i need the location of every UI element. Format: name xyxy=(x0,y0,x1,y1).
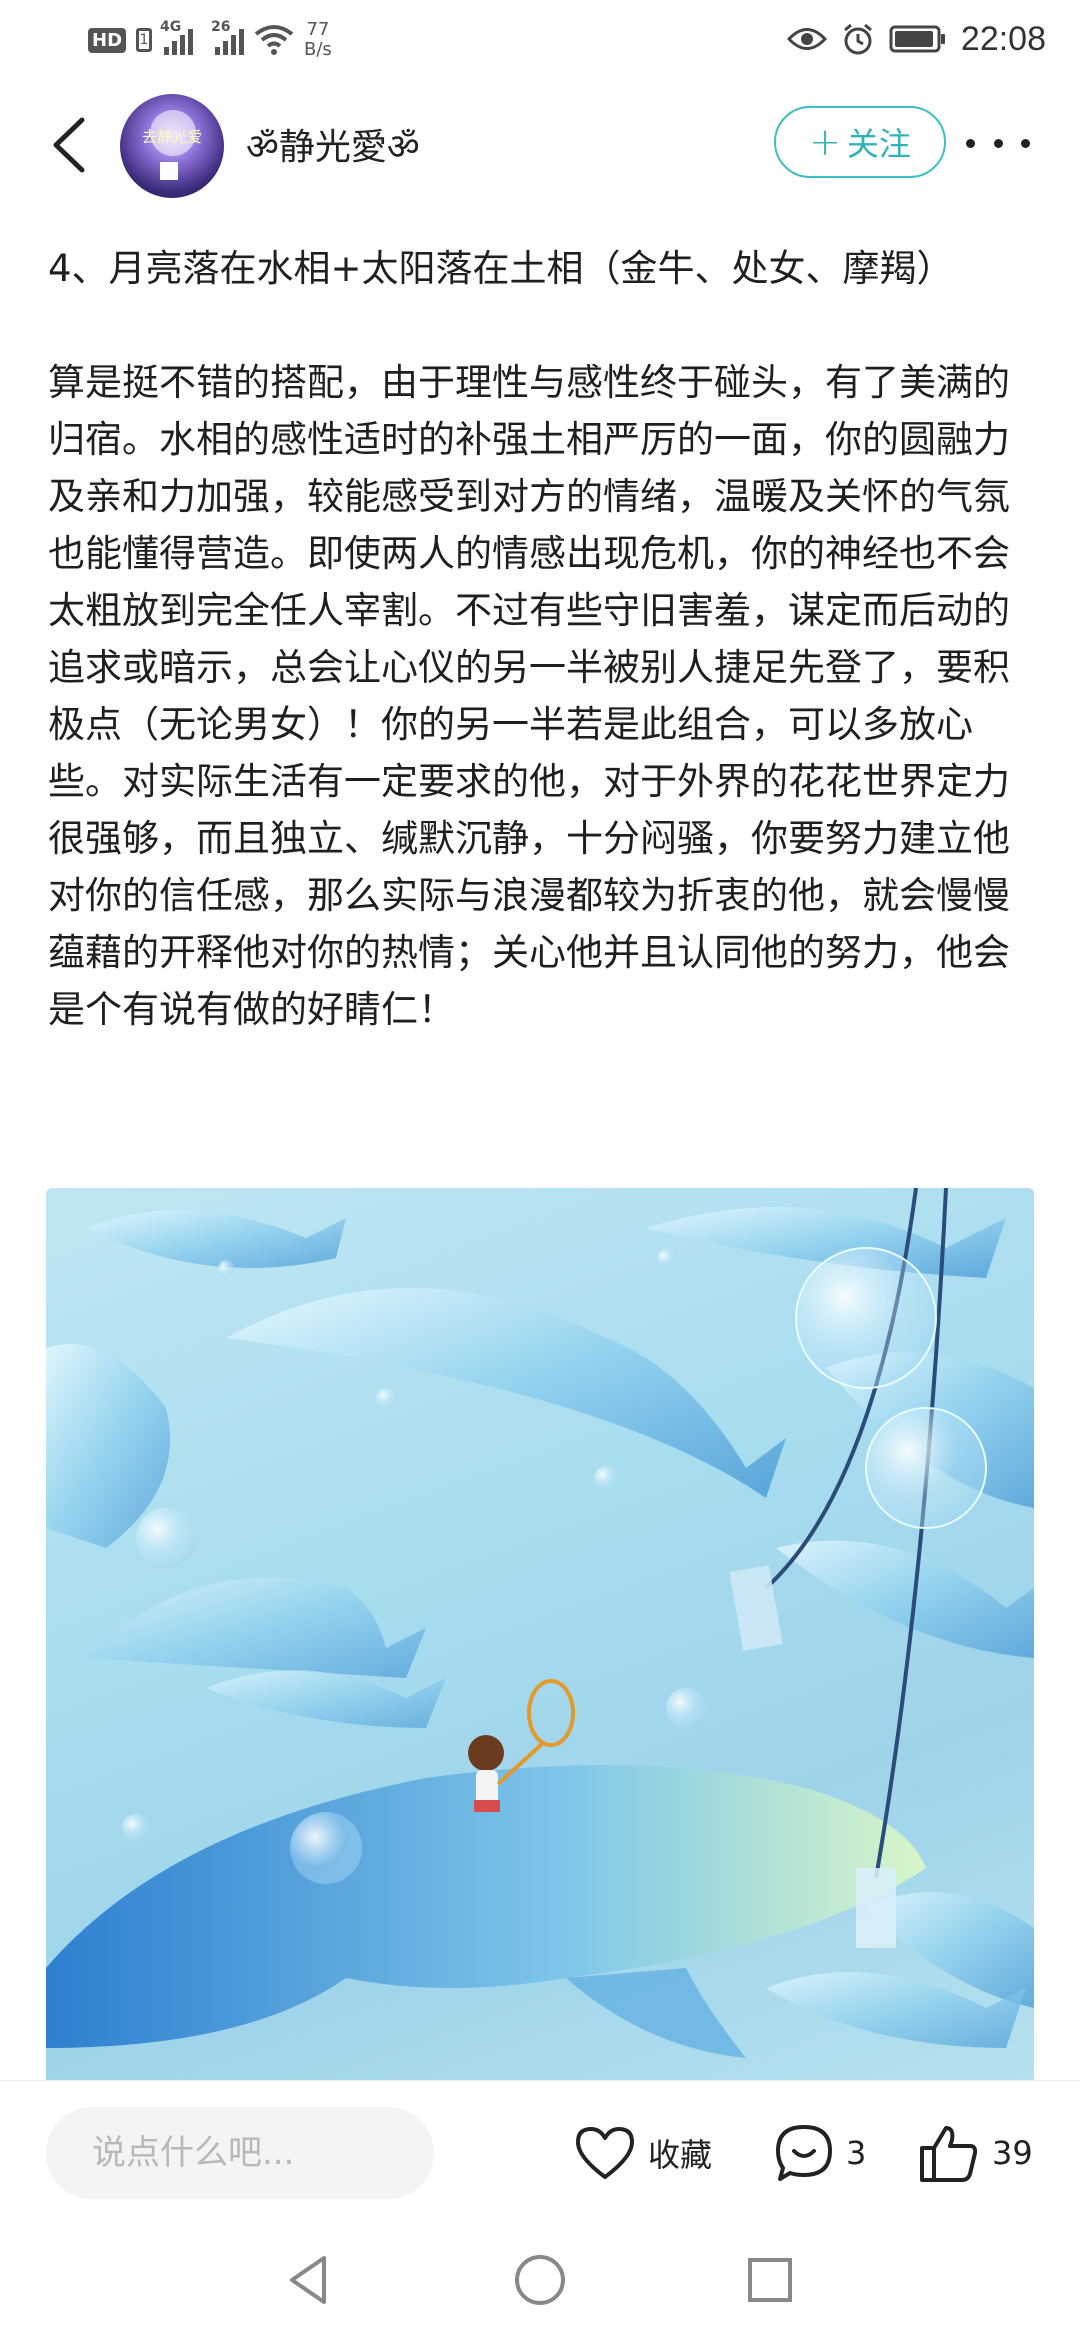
clock: 22:08 xyxy=(960,19,1046,58)
thumbs-up-icon xyxy=(920,2126,978,2182)
heart-icon xyxy=(576,2127,634,2179)
comment-input[interactable]: 说点什么吧... xyxy=(46,2107,434,2199)
comment-icon xyxy=(776,2125,832,2181)
favorite-label: 收藏 xyxy=(648,2136,713,2174)
hd-badge: HD xyxy=(88,27,127,53)
status-left: HD 1 4G 26 77 B/s xyxy=(88,18,332,62)
plus-icon: + xyxy=(809,120,841,164)
article-content: 4、月亮落在水相+太阳落在土相（金牛、处女、摩羯） 算是挺不错的搭配，由于理性与… xyxy=(48,240,1038,1038)
favorite-button[interactable]: 收藏 xyxy=(574,2117,712,2189)
bottom-action-bar: 说点什么吧... 收藏 3 39 xyxy=(0,2080,1080,2221)
system-nav-bar xyxy=(0,2220,1080,2340)
signal-icon-1: 4G xyxy=(160,19,194,55)
comment-button[interactable]: 3 xyxy=(774,2117,866,2189)
back-arrow-icon[interactable] xyxy=(44,112,98,178)
alarm-icon xyxy=(843,23,872,55)
nav-recents-icon[interactable] xyxy=(738,2248,802,2312)
battery-icon xyxy=(889,25,945,53)
article-body: 算是挺不错的搭配，由于理性与感性终于碰头，有了美满的归宿。水相的感性适时的补强土… xyxy=(48,361,1010,1031)
avatar-qr-code xyxy=(160,162,178,180)
like-count: 39 xyxy=(992,2134,1033,2172)
article-heading: 4、月亮落在水相+太阳落在土相（金牛、处女、摩羯） xyxy=(48,247,954,290)
status-right: 22:08 xyxy=(786,14,1046,64)
like-button[interactable]: 39 xyxy=(918,2117,1033,2189)
status-bar: HD 1 4G 26 77 B/s 22:08 xyxy=(0,0,1080,80)
nav-back-icon[interactable] xyxy=(278,2248,342,2312)
signal-2-label: 26 xyxy=(211,19,231,35)
eye-icon xyxy=(786,28,827,50)
whale-illustration[interactable] xyxy=(46,1188,1034,2080)
sim-icon: 1 xyxy=(136,28,153,52)
comment-count: 3 xyxy=(846,2134,867,2172)
avatar[interactable]: 去静光爱 xyxy=(120,94,224,198)
signal-1-label: 4G xyxy=(160,19,182,35)
avatar-text: 去静光爱 xyxy=(141,128,202,146)
net-speed-unit: B/s xyxy=(304,39,332,60)
username[interactable]: ॐ静光愛ॐ xyxy=(246,118,420,170)
follow-button[interactable]: + 关注 xyxy=(774,106,946,178)
net-speed-value: 77 xyxy=(306,19,330,40)
wifi-icon xyxy=(254,25,294,55)
net-speed: 77 B/s xyxy=(304,20,332,60)
nav-home-icon[interactable] xyxy=(508,2248,572,2312)
signal-icon-2: 26 xyxy=(211,19,245,55)
illustration-art xyxy=(46,1188,1034,2058)
post-header: 去静光爱 ॐ静光愛ॐ + 关注 xyxy=(0,90,1080,200)
follow-label: 关注 xyxy=(846,125,911,163)
more-options-icon[interactable] xyxy=(966,128,1030,158)
